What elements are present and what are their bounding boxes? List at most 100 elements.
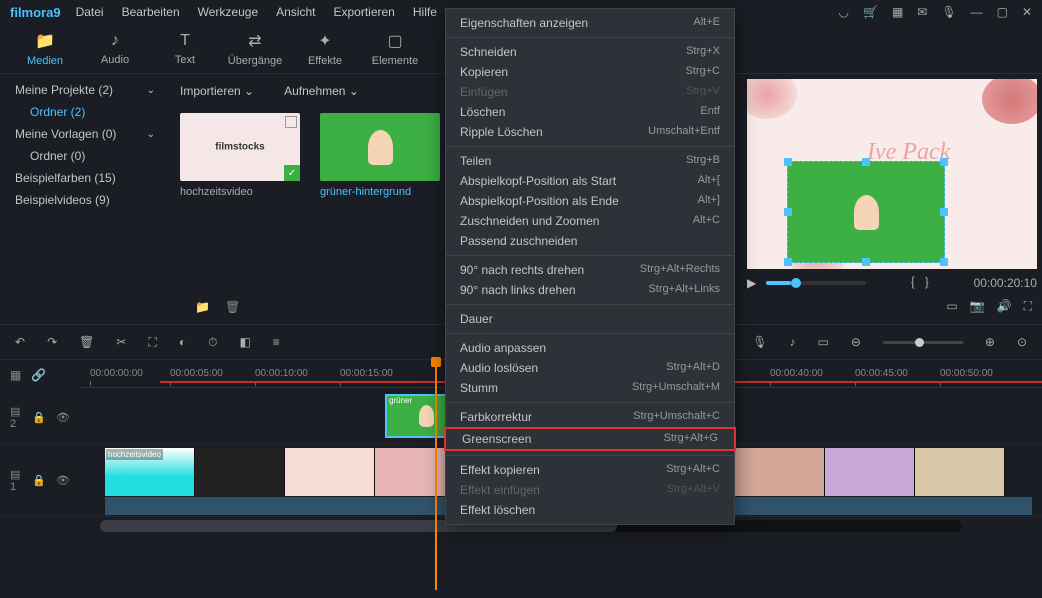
- menu-export[interactable]: Exportieren: [333, 5, 394, 19]
- ctx-label: Kopieren: [460, 65, 508, 79]
- mic-icon[interactable]: 🎙: [752, 335, 767, 349]
- ctx-item-greenscreen[interactable]: GreenscreenStrg+Alt+G: [444, 427, 736, 451]
- tab-media[interactable]: 📁Medien: [10, 31, 80, 67]
- adjust-icon[interactable]: ◐: [179, 335, 186, 349]
- ctx-label: Effekt einfügen: [460, 483, 540, 497]
- zoom-in-icon[interactable]: ⊕: [985, 335, 995, 349]
- menu-edit[interactable]: Bearbeiten: [122, 5, 180, 19]
- monitor-icon[interactable]: ▭: [946, 299, 957, 314]
- menu-file[interactable]: Datei: [76, 5, 104, 19]
- menu-help[interactable]: Hilfe: [413, 5, 437, 19]
- music-icon[interactable]: ♪: [789, 335, 795, 349]
- redo-icon[interactable]: ↷: [47, 335, 57, 349]
- ctx-item-kopieren[interactable]: KopierenStrg+C: [446, 62, 734, 82]
- ctx-item-l-schen[interactable]: LöschenEntf: [446, 102, 734, 122]
- delete-icon[interactable]: 🗑: [79, 335, 94, 349]
- ctx-item-schneiden[interactable]: SchneidenStrg+X: [446, 42, 734, 62]
- user-icon[interactable]: ◡: [839, 5, 849, 19]
- trash-icon[interactable]: 🗑: [225, 300, 240, 314]
- tick: 00:00:00:00: [90, 368, 143, 379]
- sidebar-item-projects[interactable]: Meine Projekte (2)⌄: [0, 79, 170, 101]
- cart-icon[interactable]: 🛒: [863, 5, 878, 19]
- ctx-separator: [446, 146, 734, 147]
- green-overlay[interactable]: [787, 161, 945, 263]
- zoom-slider[interactable]: [883, 341, 963, 344]
- link-icon[interactable]: 🔗: [31, 368, 46, 382]
- next-frame-icon[interactable]: ｝: [925, 274, 937, 291]
- ctx-item-abspielkopf-position-als-ende[interactable]: Abspielkopf-Position als EndeAlt+]: [446, 191, 734, 211]
- play-button[interactable]: ▶: [747, 276, 756, 290]
- tick: 00:00:40:00: [770, 368, 823, 379]
- crop-icon[interactable]: ⛶: [148, 335, 156, 350]
- ctx-item-90-nach-links-drehen[interactable]: 90° nach links drehenStrg+Alt+Links: [446, 280, 734, 300]
- menu-view[interactable]: Ansicht: [276, 5, 315, 19]
- tab-elements[interactable]: ▢Elemente: [360, 31, 430, 67]
- preview-canvas[interactable]: Ive Pack: [747, 79, 1037, 269]
- ctx-item-passend-zuschneiden[interactable]: Passend zuschneiden: [446, 231, 734, 251]
- sidebar-item-templates[interactable]: Meine Vorlagen (0)⌄: [0, 123, 170, 145]
- color-icon[interactable]: ◧: [239, 335, 250, 349]
- resize-handle[interactable]: [784, 258, 792, 266]
- close-icon[interactable]: ✕: [1022, 5, 1032, 19]
- cut-icon[interactable]: ✂: [116, 335, 126, 349]
- lock-icon[interactable]: 🔒: [32, 474, 46, 487]
- ctx-item-effekt-l-schen[interactable]: Effekt löschen: [446, 500, 734, 520]
- ctx-item-ripple-l-schen[interactable]: Ripple LöschenUmschalt+Entf: [446, 122, 734, 142]
- folder-add-icon[interactable]: 📁: [195, 300, 210, 314]
- resize-handle[interactable]: [940, 208, 948, 216]
- minimize-icon[interactable]: —: [971, 5, 983, 19]
- undo-icon[interactable]: ↶: [15, 335, 25, 349]
- resize-handle[interactable]: [940, 158, 948, 166]
- resize-handle[interactable]: [940, 258, 948, 266]
- resize-handle[interactable]: [784, 208, 792, 216]
- tab-transitions[interactable]: ⇄Übergänge: [220, 31, 290, 67]
- speed-icon[interactable]: ⏱: [208, 335, 217, 350]
- volume-icon[interactable]: 🔊: [997, 299, 1012, 314]
- mail-icon[interactable]: ✉: [917, 5, 927, 19]
- track-icon[interactable]: ▦: [10, 368, 21, 382]
- ctx-separator: [446, 402, 734, 403]
- ctx-item-eigenschaften-anzeigen[interactable]: Eigenschaften anzeigenAlt+E: [446, 13, 734, 33]
- sidebar-item-colors[interactable]: Beispielfarben (15): [0, 167, 170, 189]
- zoom-fit-icon[interactable]: ⊙: [1017, 335, 1027, 349]
- tab-text[interactable]: TText: [150, 32, 220, 66]
- ctx-item-effekt-kopieren[interactable]: Effekt kopierenStrg+Alt+C: [446, 460, 734, 480]
- mic-icon[interactable]: 🎙: [941, 5, 956, 19]
- camera-icon[interactable]: 📷: [970, 299, 985, 314]
- tab-audio[interactable]: ♪Audio: [80, 32, 150, 66]
- lock-icon[interactable]: 🔒: [32, 411, 46, 424]
- eye-icon[interactable]: 👁: [56, 411, 70, 424]
- maximize-icon[interactable]: ▢: [997, 5, 1008, 19]
- resize-handle[interactable]: [862, 158, 870, 166]
- playhead[interactable]: [435, 360, 437, 590]
- ctx-item-audio-anpassen[interactable]: Audio anpassen: [446, 338, 734, 358]
- render-icon[interactable]: ▭: [817, 335, 828, 349]
- ctx-item-90-nach-rechts-drehen[interactable]: 90° nach rechts drehenStrg+Alt+Rechts: [446, 260, 734, 280]
- menu-tools[interactable]: Werkzeuge: [198, 5, 258, 19]
- sidebar-item-videos[interactable]: Beispielvideos (9): [0, 189, 170, 211]
- ctx-item-abspielkopf-position-als-start[interactable]: Abspielkopf-Position als StartAlt+[: [446, 171, 734, 191]
- ctx-item-farbkorrektur[interactable]: FarbkorrekturStrg+Umschalt+C: [446, 407, 734, 427]
- resize-handle[interactable]: [862, 258, 870, 266]
- resize-handle[interactable]: [784, 158, 792, 166]
- music-icon: ♪: [111, 32, 119, 50]
- ctx-item-dauer[interactable]: Dauer: [446, 309, 734, 329]
- record-button[interactable]: Aufnehmen ⌄: [284, 84, 359, 98]
- eye-icon[interactable]: 👁: [56, 474, 70, 487]
- ctx-item-zuschneiden-und-zoomen[interactable]: Zuschneiden und ZoomenAlt+C: [446, 211, 734, 231]
- progress-slider[interactable]: [766, 281, 866, 285]
- fullscreen-icon[interactable]: ⛶: [1024, 299, 1032, 314]
- thumb-green[interactable]: grüner-hintergrund: [320, 113, 440, 198]
- zoom-out-icon[interactable]: ⊖: [851, 335, 861, 349]
- settings-icon[interactable]: ≡: [273, 335, 280, 349]
- ctx-item-stumm[interactable]: StummStrg+Umschalt+M: [446, 378, 734, 398]
- ctx-item-audio-losl-sen[interactable]: Audio loslösenStrg+Alt+D: [446, 358, 734, 378]
- ctx-item-teilen[interactable]: TeilenStrg+B: [446, 151, 734, 171]
- thumb-hochzeitsvideo[interactable]: filmstocks ✓ hochzeitsvideo: [180, 113, 300, 198]
- import-button[interactable]: Importieren ⌄: [180, 84, 254, 98]
- tab-effects[interactable]: ✦Effekte: [290, 31, 360, 67]
- prev-frame-icon[interactable]: ｛: [903, 274, 915, 291]
- sidebar-item-folder2[interactable]: Ordner (0): [0, 145, 170, 167]
- grid-icon[interactable]: ▦: [892, 5, 903, 19]
- sidebar-item-folder[interactable]: Ordner (2): [0, 101, 170, 123]
